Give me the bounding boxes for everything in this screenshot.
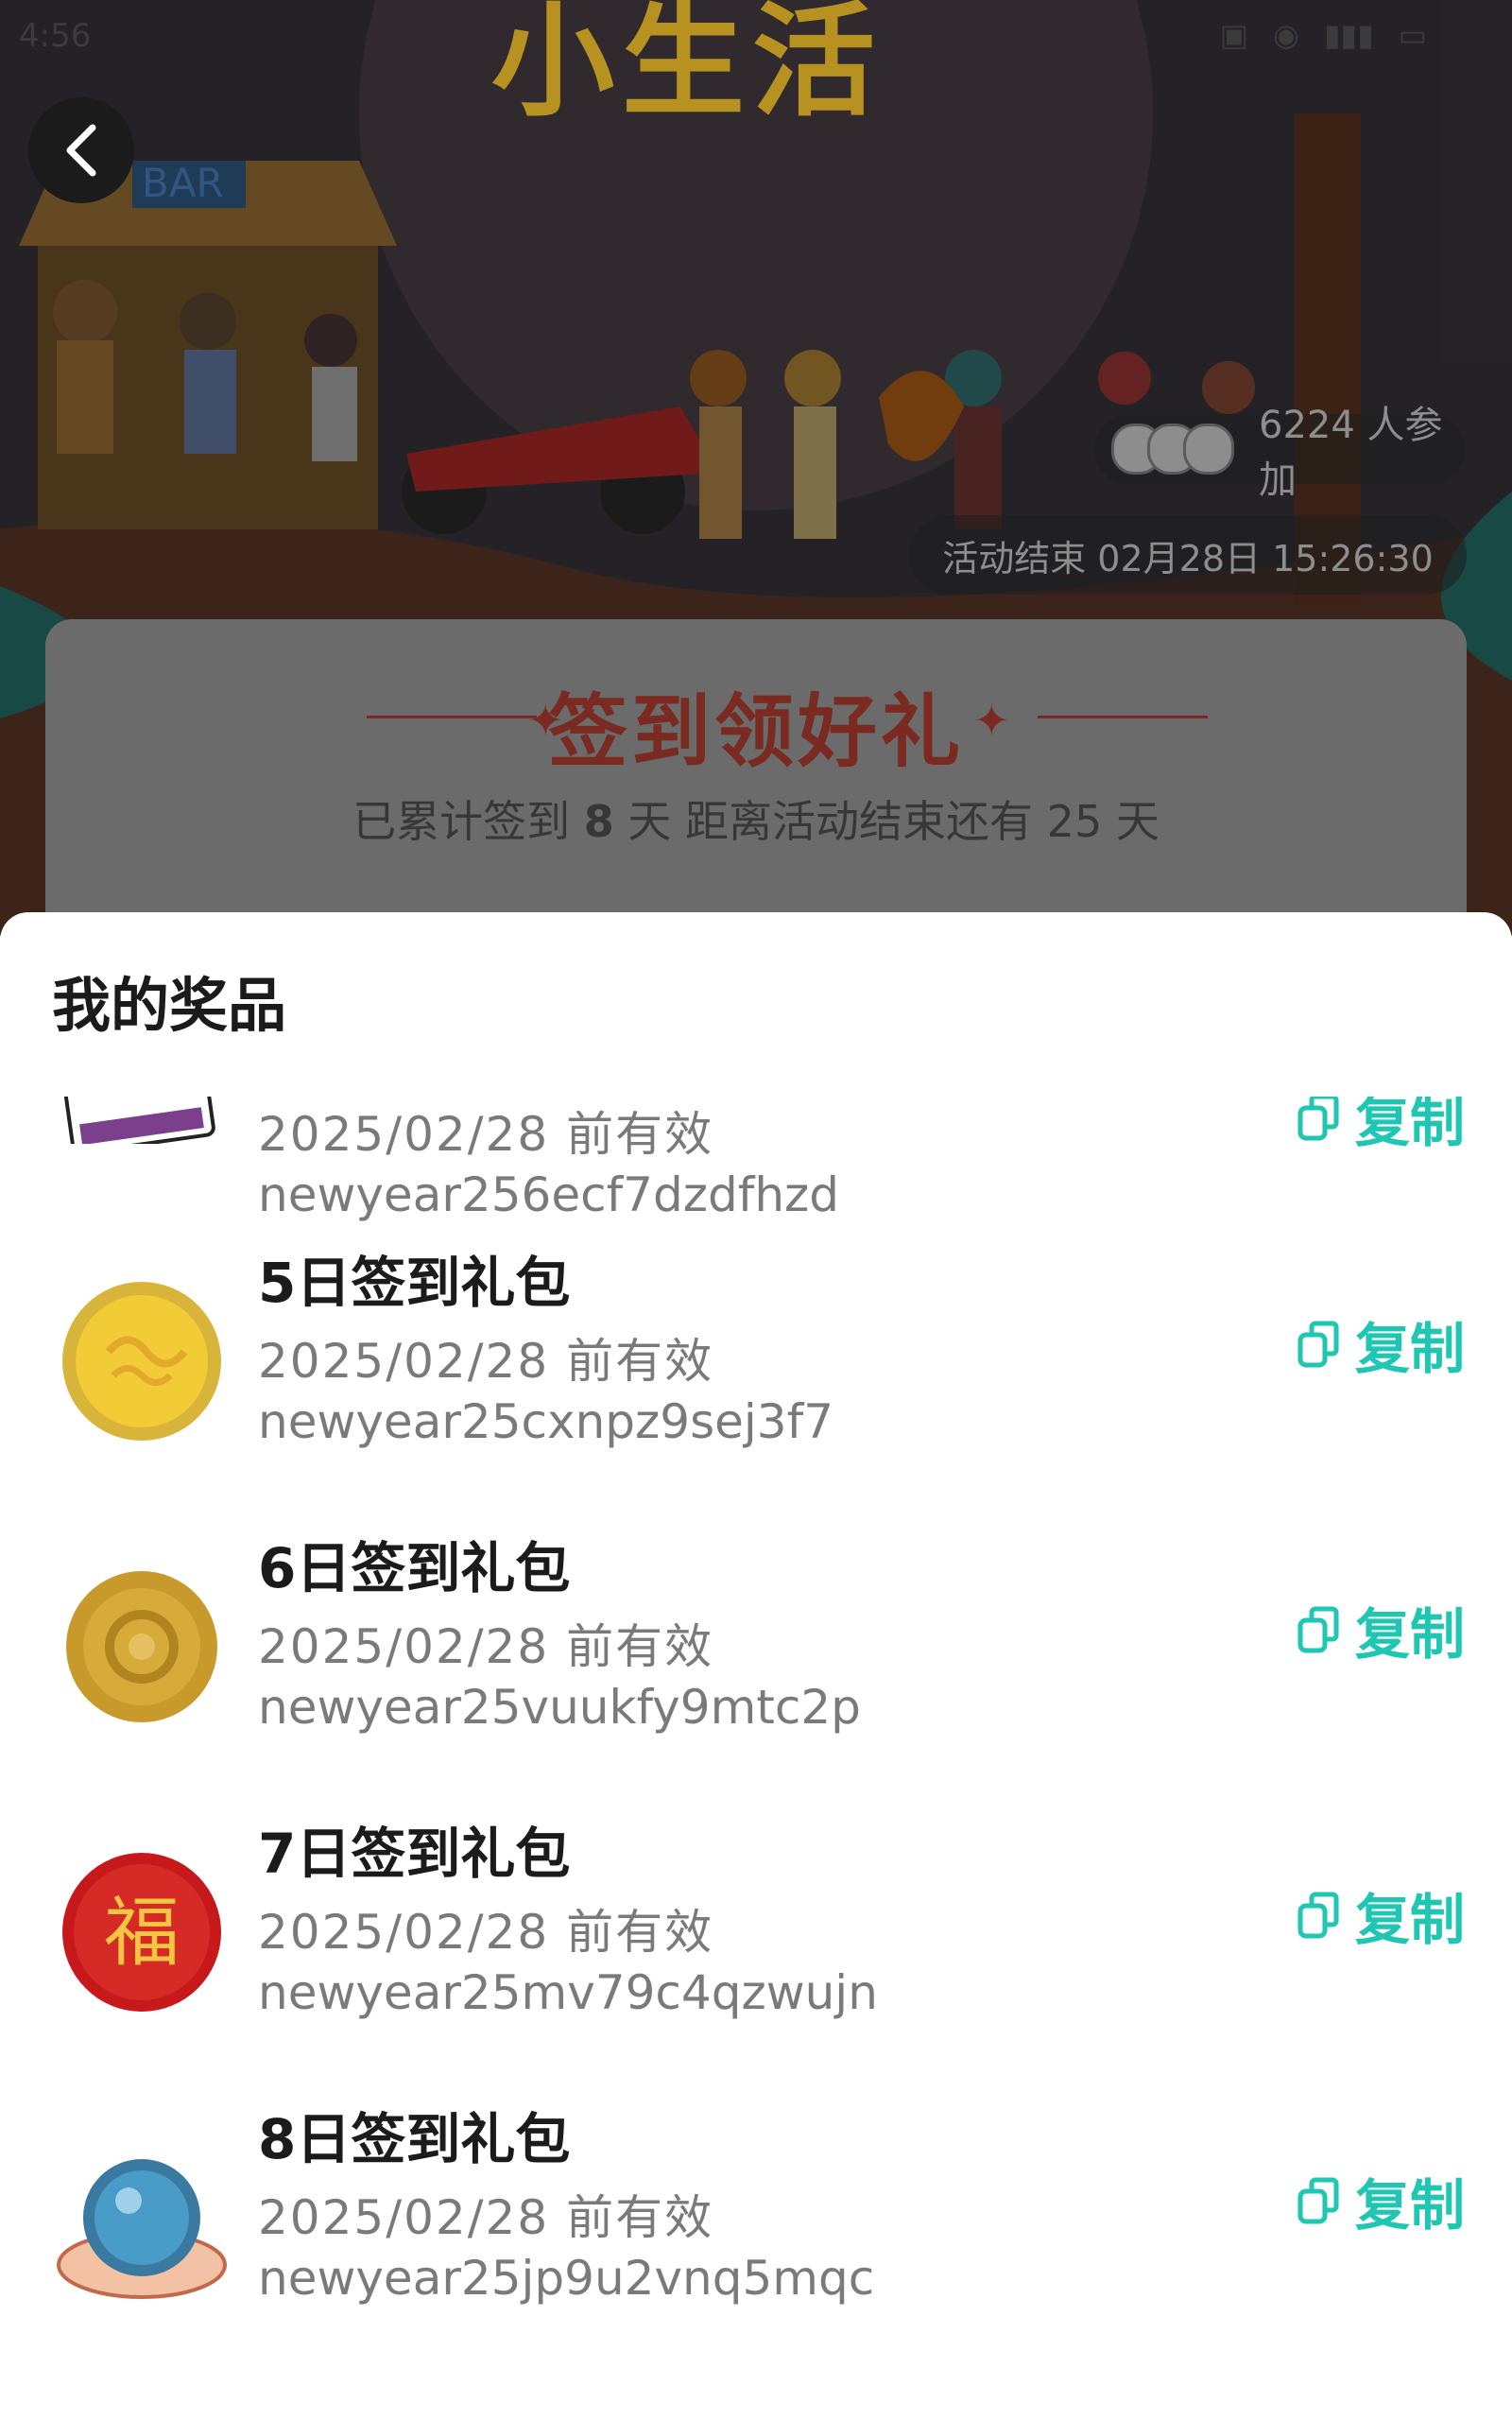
copy-label: 复制 — [1354, 2173, 1465, 2238]
copy-button[interactable]: 复制 — [1297, 1876, 1465, 1955]
prize-code: newyear256ecf7dzdfhzd — [258, 1167, 839, 1222]
copy-button[interactable]: 复制 — [1297, 2161, 1465, 2240]
prize-valid-date: 2025/02/28 前有效 — [258, 2190, 714, 2245]
svg-text:福: 福 — [104, 1889, 180, 1977]
battery-icon: ▭ — [1398, 17, 1427, 53]
signin-sub-mid: 天 距离活动结束还有 — [627, 796, 1034, 847]
chevron-left-icon — [66, 124, 96, 177]
status-time: 4:56 — [19, 17, 92, 55]
copy-button[interactable]: 复制 — [1297, 1590, 1465, 1669]
bronze-coin-icon — [66, 1571, 217, 1722]
copy-label: 复制 — [1354, 1888, 1465, 1952]
participants-pill: 6224 人参加 — [1094, 404, 1465, 502]
prize-valid-date: 2025/02/28 前有效 — [258, 1107, 714, 1162]
prize-valid-date: 2025/02/28 前有效 — [258, 1619, 714, 1674]
list-item: 5日签到礼包 2025/02/28 前有效 newyear25cxnpz9sej… — [0, 1238, 1512, 1522]
prize-name: 5日签到礼包 — [258, 1251, 571, 1315]
copy-icon — [1297, 2177, 1339, 2224]
prize-code: newyear25mv79c4qzwujn — [258, 1965, 878, 2020]
copy-icon — [1297, 1097, 1339, 1141]
prize-valid-date: 2025/02/28 前有效 — [258, 1334, 714, 1389]
activity-banner: BAR 4:56 ▣ ◉ ▮▮▮ ▭ 小生活 6224 人参加 活动结束 02月… — [0, 0, 1512, 936]
activity-countdown: 活动结束 02月28日 15:26:30 — [909, 515, 1467, 595]
decor-line-right — [1038, 716, 1208, 718]
crystal-ball-icon — [57, 2159, 227, 2299]
fu-coin-icon: 福 — [62, 1853, 221, 2012]
signal-icon: ▮▮▮ — [1323, 17, 1374, 53]
copy-button[interactable]: 复制 — [1297, 1305, 1465, 1384]
signin-progress: 已累计签到 8 天 距离活动结束还有 25 天 — [45, 787, 1467, 850]
my-prizes-sheet: 我的奖品 2025/02/28 前有效 newyear256ecf7dzdfhz… — [0, 912, 1512, 2420]
prize-name: 8日签到礼包 — [258, 2107, 571, 2171]
copy-icon — [1297, 1321, 1339, 1368]
copy-label: 复制 — [1354, 1317, 1465, 1381]
sparkle-icon: ✦ — [973, 695, 1010, 746]
prize-code: newyear25jp9u2vnq5mqc — [258, 2251, 875, 2306]
avatar — [1183, 424, 1234, 475]
list-item: 8日签到礼包 2025/02/28 前有效 newyear25jp9u2vnq5… — [0, 2095, 1512, 2378]
copy-button[interactable]: 复制 — [1297, 1097, 1465, 1157]
days-left: 25 — [1046, 796, 1103, 847]
copy-label: 复制 — [1354, 1097, 1465, 1154]
voucher-card-icon — [62, 1097, 215, 1144]
copy-label: 复制 — [1354, 1602, 1465, 1667]
copy-icon — [1297, 1892, 1339, 1939]
prize-name: 7日签到礼包 — [258, 1822, 571, 1886]
prize-code: newyear25vuukfy9mtc2p — [258, 1680, 861, 1735]
signin-sub-suffix: 天 — [1115, 796, 1160, 847]
participant-avatars — [1111, 424, 1234, 475]
eye-icon: ◉ — [1273, 17, 1299, 53]
banner-title: 小生活 — [491, 0, 884, 133]
signin-title: 签到领好礼 — [547, 685, 964, 778]
status-icons: ▣ ◉ ▮▮▮ ▭ — [1220, 17, 1427, 53]
sheet-title: 我的奖品 — [52, 971, 287, 1040]
participants-count: 6224 人参加 — [1259, 404, 1443, 502]
prize-code: newyear25cxnpz9sej3f7 — [258, 1394, 834, 1449]
signin-card: ✦ 签到领好礼 ✦ 已累计签到 8 天 距离活动结束还有 25 天 — [45, 619, 1467, 936]
list-item: 福 7日签到礼包 2025/02/28 前有效 newyear25mv79c4q… — [0, 1809, 1512, 2093]
days-signed: 8 — [583, 796, 614, 847]
prize-list[interactable]: 2025/02/28 前有效 newyear256ecf7dzdfhzd 复制 … — [0, 1097, 1512, 2420]
hd-icon: ▣ — [1219, 17, 1249, 53]
copy-icon — [1297, 1606, 1339, 1653]
prize-valid-date: 2025/02/28 前有效 — [258, 1905, 714, 1960]
prize-name: 6日签到礼包 — [258, 1536, 571, 1600]
gold-coin-icon — [62, 1282, 221, 1441]
list-item: 6日签到礼包 2025/02/28 前有效 newyear25vuukfy9mt… — [0, 1524, 1512, 1807]
back-button[interactable] — [28, 97, 134, 203]
signin-sub-prefix: 已累计签到 — [352, 796, 571, 847]
